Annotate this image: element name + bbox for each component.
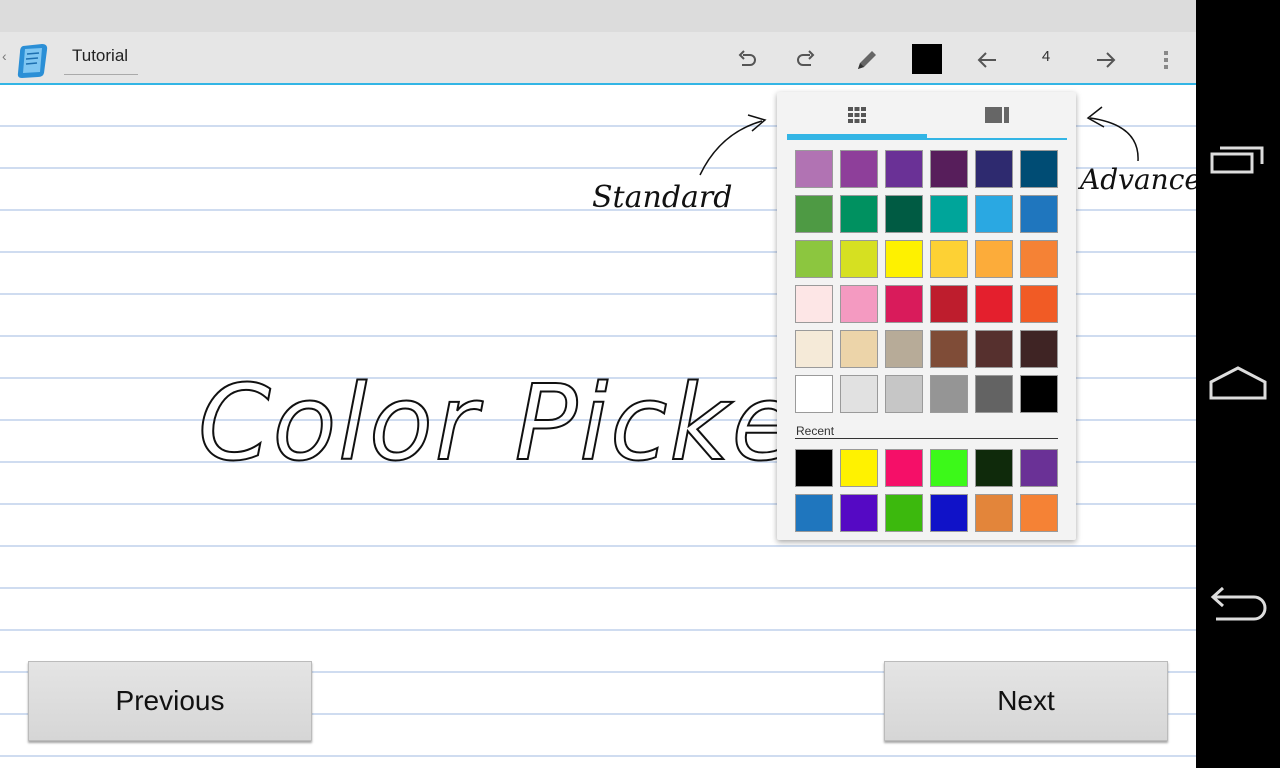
recent-color-swatch[interactable] <box>795 449 833 487</box>
notebook-screen: ‹ Tutorial 4 Color Picker Standard Advan… <box>0 0 1196 768</box>
color-swatch[interactable] <box>840 150 878 188</box>
color-swatch[interactable] <box>795 240 833 278</box>
color-swatch[interactable] <box>795 330 833 368</box>
color-swatch[interactable] <box>885 240 923 278</box>
color-swatch[interactable] <box>885 150 923 188</box>
color-swatch[interactable] <box>795 150 833 188</box>
color-swatch[interactable] <box>885 285 923 323</box>
annotation-arrowhead <box>1086 106 1105 128</box>
color-swatch[interactable] <box>975 240 1013 278</box>
recent-color-swatch[interactable] <box>885 494 923 532</box>
color-swatch[interactable] <box>885 195 923 233</box>
color-swatch[interactable] <box>975 330 1013 368</box>
color-swatch[interactable] <box>975 375 1013 413</box>
color-swatch[interactable] <box>930 285 968 323</box>
annotation-arrow <box>1089 117 1139 162</box>
arrow-right-icon[interactable] <box>1090 44 1122 76</box>
annotation-standard: Standard <box>592 180 732 215</box>
annotation-advanced: Advanced <box>1077 163 1196 196</box>
previous-button[interactable]: Previous <box>28 661 312 741</box>
notebook-app-icon[interactable] <box>14 40 54 80</box>
color-swatch[interactable] <box>975 285 1013 323</box>
overflow-menu-icon[interactable] <box>1150 44 1182 76</box>
color-swatch[interactable] <box>930 330 968 368</box>
color-swatch[interactable] <box>840 285 878 323</box>
color-swatch[interactable] <box>1020 330 1058 368</box>
recent-color-swatch[interactable] <box>975 494 1013 532</box>
recent-color-swatch[interactable] <box>1020 494 1058 532</box>
page-number: 4 <box>1041 48 1051 65</box>
action-bar: ‹ Tutorial 4 <box>0 32 1196 85</box>
current-color-swatch[interactable] <box>912 44 942 74</box>
color-swatch[interactable] <box>795 375 833 413</box>
recent-color-swatch[interactable] <box>840 494 878 532</box>
home-icon[interactable] <box>1206 357 1270 407</box>
next-button[interactable]: Next <box>884 661 1168 741</box>
recent-color-grid <box>795 449 1058 532</box>
color-swatch[interactable] <box>840 240 878 278</box>
redo-icon[interactable] <box>790 44 822 76</box>
up-caret-icon[interactable]: ‹ <box>2 48 7 64</box>
recent-color-swatch[interactable] <box>795 494 833 532</box>
tab-advanced[interactable] <box>927 92 1067 138</box>
handwritten-title: Color Picker <box>198 362 847 484</box>
color-swatch[interactable] <box>975 195 1013 233</box>
recent-apps-icon[interactable] <box>1206 135 1270 185</box>
recent-color-swatch[interactable] <box>885 449 923 487</box>
color-swatch[interactable] <box>840 375 878 413</box>
pen-icon[interactable] <box>851 44 883 76</box>
notebook-title: Tutorial <box>72 46 129 65</box>
color-swatch[interactable] <box>1020 285 1058 323</box>
color-swatch[interactable] <box>1020 240 1058 278</box>
undo-icon[interactable] <box>731 44 763 76</box>
color-swatch[interactable] <box>975 150 1013 188</box>
color-swatch[interactable] <box>840 330 878 368</box>
tab-standard[interactable] <box>787 92 927 138</box>
back-icon[interactable] <box>1206 580 1270 630</box>
recent-divider <box>795 438 1058 439</box>
recent-label: Recent <box>796 424 835 438</box>
color-swatch[interactable] <box>840 195 878 233</box>
grid-icon <box>848 107 866 123</box>
recent-color-swatch[interactable] <box>975 449 1013 487</box>
color-swatch[interactable] <box>930 150 968 188</box>
color-swatch[interactable] <box>1020 195 1058 233</box>
recent-color-swatch[interactable] <box>1020 449 1058 487</box>
color-swatch[interactable] <box>795 195 833 233</box>
color-swatch[interactable] <box>885 375 923 413</box>
system-navigation-bar <box>1196 0 1280 768</box>
color-picker-popup: Recent <box>777 92 1076 540</box>
status-bar <box>0 0 1196 32</box>
recent-color-swatch[interactable] <box>840 449 878 487</box>
advanced-picker-icon <box>985 107 1009 123</box>
color-swatch[interactable] <box>795 285 833 323</box>
standard-color-grid <box>795 150 1058 413</box>
arrow-left-icon[interactable] <box>971 44 1003 76</box>
color-swatch[interactable] <box>885 330 923 368</box>
color-swatch[interactable] <box>1020 150 1058 188</box>
recent-color-swatch[interactable] <box>930 449 968 487</box>
color-swatch[interactable] <box>930 195 968 233</box>
annotation-arrow <box>699 120 763 176</box>
color-swatch[interactable] <box>930 375 968 413</box>
color-swatch[interactable] <box>1020 375 1058 413</box>
recent-color-swatch[interactable] <box>930 494 968 532</box>
color-swatch[interactable] <box>930 240 968 278</box>
tab-active-indicator <box>787 134 927 140</box>
notebook-title-spinner[interactable]: Tutorial <box>64 42 138 75</box>
